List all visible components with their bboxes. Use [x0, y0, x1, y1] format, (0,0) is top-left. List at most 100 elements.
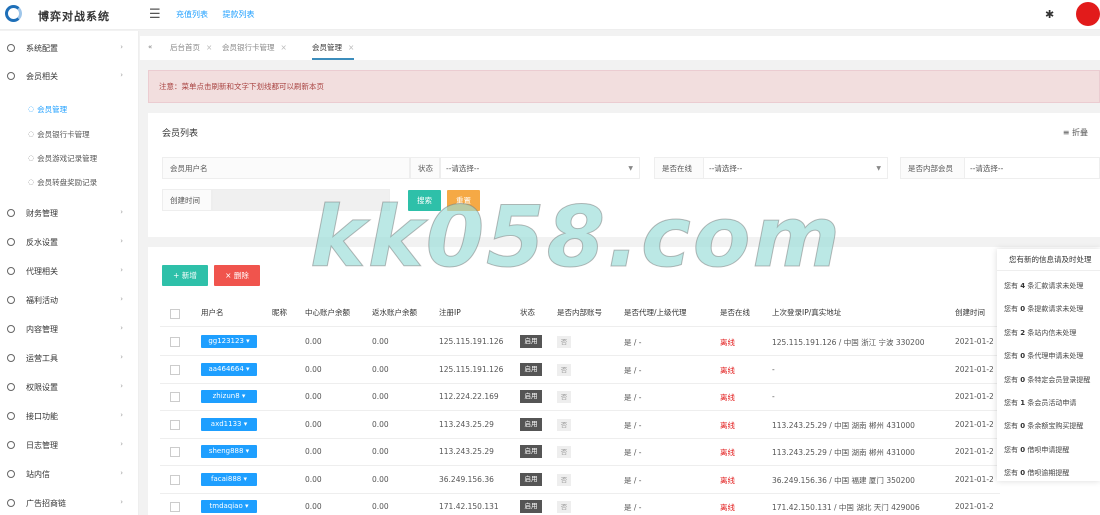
tab-label: 会员管理 [312, 43, 342, 52]
chevron-icon: › [120, 266, 123, 274]
reset-button[interactable]: 重置 [447, 190, 480, 211]
logo-icon [5, 5, 22, 22]
notification-item[interactable]: 您有 0 条代理申请未处理 [1004, 351, 1083, 361]
panel-title: 会员列表 [162, 129, 199, 139]
sidebar-item[interactable]: 权限设置 › [0, 377, 139, 397]
sidebar-item[interactable]: 日志管理 › [0, 435, 139, 455]
sidebar-item[interactable]: 代理相关 › [0, 261, 139, 281]
row-checkbox[interactable] [170, 392, 180, 402]
sidebar-item-label: 会员相关 [26, 71, 58, 81]
link-icon: ◌ [28, 130, 35, 138]
sidebar-item[interactable]: 会员相关 › [0, 66, 139, 86]
add-button[interactable]: + 新增 [162, 265, 208, 286]
register-ip: 112.224.22.169 [439, 392, 499, 401]
delete-button[interactable]: × 删除 [214, 265, 260, 286]
table-header: 返水账户余额 [372, 308, 417, 317]
sidebar-item[interactable]: 接口功能 › [0, 406, 139, 426]
created-time: 2021-01-2 [955, 392, 994, 401]
internal-badge: 否 [557, 336, 571, 348]
sidebar-item[interactable]: 站内信 › [0, 464, 139, 484]
notification-item[interactable]: 您有 2 条站内信未处理 [1004, 328, 1076, 338]
sidebar-item[interactable]: 广告招商链 › [0, 493, 139, 513]
sidebar-item[interactable]: 系统配置 › [0, 38, 139, 58]
table-header: 是否内部账号 [557, 308, 602, 317]
sidebar-item[interactable]: 财务管理 › [0, 203, 139, 223]
row-checkbox[interactable] [170, 337, 180, 347]
chevron-icon: › [120, 324, 123, 332]
created-time-label: 创建时间 [162, 189, 212, 211]
sidebar-subitem[interactable]: ◌ 会员银行卡管理 [0, 126, 139, 142]
username-button[interactable]: gg123123 ▾ [201, 335, 257, 348]
row-checkbox[interactable] [170, 364, 180, 375]
sidebar-item-label: 运营工具 [26, 353, 58, 363]
username-field[interactable]: 会员用户名 [162, 157, 410, 179]
sidebar-subitem[interactable]: ◌ 会员转盘奖励记录 [0, 174, 139, 190]
row-checkbox[interactable] [170, 474, 180, 485]
sidebar-item[interactable]: 运营工具 › [0, 348, 139, 368]
online-status: 离线 [720, 365, 735, 375]
close-icon[interactable]: × [348, 43, 354, 52]
sidebar-item[interactable]: 反水设置 › [0, 232, 139, 252]
tab[interactable]: 会员银行卡管理 × [222, 36, 287, 60]
sidebar-item[interactable]: 福利活动 › [0, 290, 139, 310]
status-badge: 启用 [520, 417, 542, 431]
online-select-value: --请选择-- [709, 164, 743, 173]
avatar[interactable] [1076, 2, 1100, 26]
register-ip: 36.249.156.36 [439, 474, 494, 484]
username-button[interactable]: axd1133 ▾ [201, 417, 257, 431]
palette-icon[interactable]: ✱ [1045, 8, 1054, 21]
row-checkbox[interactable] [170, 447, 180, 457]
menu-icon [7, 383, 15, 391]
internal-select-value: --请选择-- [970, 164, 1004, 173]
agent-value: 是 / - [624, 393, 642, 402]
tab[interactable]: 后台首页 × [170, 36, 212, 60]
menu-toggle-icon[interactable]: ☰ [149, 7, 161, 22]
notification-item[interactable]: 您有 0 条提款请求未处理 [1004, 304, 1083, 314]
username-button[interactable]: facai888 ▾ [201, 472, 257, 486]
notification-item[interactable]: 您有 1 条会员活动申请 [1004, 398, 1076, 408]
notification-item[interactable]: 您有 4 条汇款请求未处理 [1004, 281, 1083, 291]
internal-select[interactable]: --请选择-- [964, 157, 1100, 179]
notification-item[interactable]: 您有 0 借呗逾期提醒 [1004, 468, 1069, 478]
username-button[interactable]: aa464664 ▾ [201, 362, 257, 376]
notify-text: 借呗逾期提醒 [1025, 469, 1070, 478]
sidebar-item[interactable]: 内容管理 › [0, 319, 139, 339]
tab[interactable]: 会员管理 × [312, 36, 355, 60]
search-button[interactable]: 搜索 [408, 190, 441, 211]
status-select[interactable]: --请选择-- ▼ [440, 157, 640, 179]
rebate-balance: 0.00 [372, 502, 389, 511]
notification-item[interactable]: 您有 0 借呗申请提醒 [1004, 445, 1069, 455]
divider [160, 410, 1000, 411]
notification-item[interactable]: 您有 0 条余额宝购买提醒 [1004, 421, 1083, 431]
tab-label: 会员银行卡管理 [222, 43, 275, 52]
status-badge: 启用 [520, 390, 542, 403]
close-icon[interactable]: × [281, 43, 287, 52]
divider [160, 355, 1000, 356]
table-header: 昵称 [272, 308, 287, 317]
row-checkbox[interactable] [170, 419, 180, 430]
sidebar-subitem[interactable]: ◌ 会员管理 [0, 101, 139, 117]
online-select[interactable]: --请选择-- ▼ [703, 157, 888, 179]
agent-value: 是 / - [624, 338, 642, 347]
close-icon[interactable]: × [206, 43, 212, 52]
last-login: 171.42.150.131 / 中国 湖北 天门 429006 [772, 503, 920, 512]
notification-item[interactable]: 您有 0 条特定会员登录提醒 [1004, 375, 1090, 385]
row-checkbox[interactable] [170, 502, 180, 512]
tab-prev-icon[interactable]: « [148, 43, 152, 51]
menu-icon [7, 470, 15, 478]
created-time: 2021-01-2 [955, 474, 994, 484]
username-button[interactable]: zhizun8 ▾ [201, 390, 257, 403]
withdraw-list-link[interactable]: 提款列表 [223, 10, 255, 19]
sidebar-item-label: 接口功能 [26, 411, 58, 421]
agent-value: 是 / - [624, 448, 642, 457]
notification-title: 您有新的信息请及时处理 [997, 249, 1100, 271]
select-all-checkbox[interactable] [170, 309, 180, 319]
created-time-input[interactable] [212, 189, 390, 211]
center-balance: 0.00 [305, 447, 322, 456]
username-button[interactable]: tmdaqiao ▾ [201, 500, 257, 513]
last-login: - [772, 392, 775, 401]
recharge-list-link[interactable]: 充值列表 [176, 10, 208, 19]
sidebar-subitem[interactable]: ◌ 会员游戏记录管理 [0, 150, 139, 166]
username-button[interactable]: sheng888 ▾ [201, 445, 257, 458]
collapse-button[interactable]: ≡ 折叠 [1063, 127, 1088, 138]
